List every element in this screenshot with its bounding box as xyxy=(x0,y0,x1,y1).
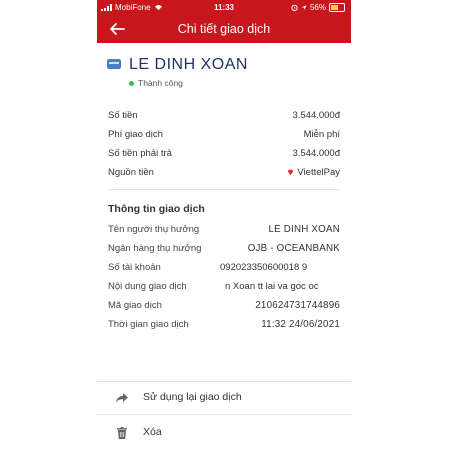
recipient-name: LE DINH XOAN xyxy=(129,56,248,73)
status-bar: MobiFone 11:33 56% xyxy=(97,0,351,15)
source-value-wrap: ViettelPay xyxy=(287,167,340,178)
source-value: ViettelPay xyxy=(297,167,340,178)
detail-row-bank: Ngân hàng thụ hưởng OJB - OCEANBANK xyxy=(108,242,340,257)
time-label: Thời gian giao dịch xyxy=(108,319,189,330)
delete-button[interactable]: Xóa xyxy=(97,418,351,448)
viettelpay-logo-icon xyxy=(288,169,294,176)
battery-icon xyxy=(329,3,345,12)
actions-divider xyxy=(97,381,351,382)
status-badge: Thành công xyxy=(129,78,183,88)
fee-label: Phí giao dịch xyxy=(108,129,163,140)
source-label: Nguồn tiền xyxy=(108,167,154,178)
summary-row-source: Nguồn tiền ViettelPay xyxy=(108,166,340,181)
page-title: Chi tiết giao dịch xyxy=(177,22,271,36)
reuse-transaction-button[interactable]: Sử dụng lại giao dịch xyxy=(97,383,351,413)
content-value: n Xoan tt lai va goc oc xyxy=(225,281,319,292)
share-arrow-icon xyxy=(116,393,128,403)
beneficiary-value: LE DINH XOAN xyxy=(268,224,340,235)
detail-row-beneficiary: Tên người thụ hưởng LE DINH XOAN xyxy=(108,223,340,238)
total-value: 3.544.000đ xyxy=(292,148,340,159)
beneficiary-label: Tên người thụ hưởng xyxy=(108,224,200,235)
summary-row-fee: Phí giao dịch Miễn phí xyxy=(108,128,340,143)
delete-label: Xóa xyxy=(143,426,162,438)
transaction-id-label: Mã giao dịch xyxy=(108,300,162,311)
section-divider xyxy=(108,189,340,190)
account-label: Số tài khoản xyxy=(108,262,161,273)
content-label: Nội dung giao dịch xyxy=(108,281,187,292)
status-text: Thành công xyxy=(138,78,183,88)
detail-row-account: Số tài khoản 092023350600018 9 xyxy=(108,261,340,276)
bank-card-icon xyxy=(107,59,121,69)
detail-row-time: Thời gian giao dịch 11:32 24/06/2021 xyxy=(108,318,340,333)
amount-label: Số tiền xyxy=(108,110,138,121)
nav-bar: Chi tiết giao dịch xyxy=(97,15,351,43)
amount-value: 3.544.000đ xyxy=(292,110,340,121)
transaction-id-value: 210624731744896 xyxy=(255,300,340,311)
fee-value: Miễn phí xyxy=(303,129,340,140)
reuse-label: Sử dụng lại giao dịch xyxy=(143,391,242,403)
trash-icon xyxy=(117,427,127,439)
details-title: Thông tin giao dịch xyxy=(108,203,205,215)
summary-row-total: Số tiền phải trả 3.544.000đ xyxy=(108,147,340,162)
phone-screen: MobiFone 11:33 56% Chi tiết giao dịch LE… xyxy=(97,0,351,449)
detail-row-content: Nội dung giao dịch n Xoan tt lai va goc … xyxy=(108,280,340,295)
summary-row-amount: Số tiền 3.544.000đ xyxy=(108,109,340,124)
account-value: 092023350600018 9 xyxy=(220,262,308,273)
location-icon xyxy=(301,5,307,10)
bank-label: Ngân hàng thụ hưởng xyxy=(108,243,202,254)
success-dot-icon xyxy=(129,81,134,87)
detail-row-transaction-id: Mã giao dịch 210624731744896 xyxy=(108,299,340,314)
time-value: 11:32 24/06/2021 xyxy=(261,319,340,330)
alarm-icon xyxy=(291,4,298,11)
actions-divider-2 xyxy=(97,414,351,415)
total-label: Số tiền phải trả xyxy=(108,148,172,159)
status-right: 56% xyxy=(291,3,345,12)
bank-value: OJB - OCEANBANK xyxy=(247,243,340,254)
battery-percent: 56% xyxy=(309,3,326,12)
